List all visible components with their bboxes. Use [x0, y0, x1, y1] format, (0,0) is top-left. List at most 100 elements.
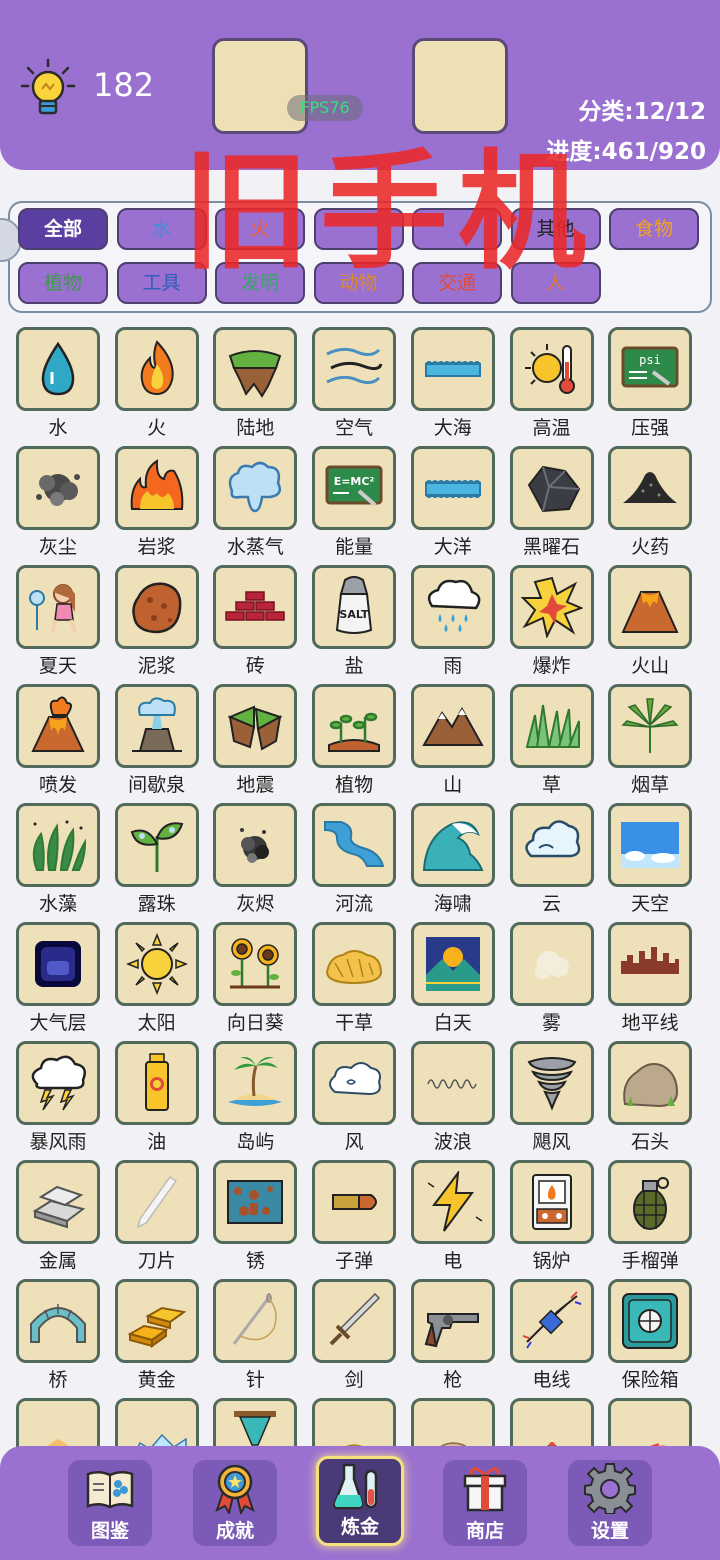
- item-tile[interactable]: [114, 803, 199, 887]
- item-card[interactable]: 火山: [608, 565, 707, 684]
- item-card[interactable]: 灰烬: [213, 803, 312, 922]
- item-tile[interactable]: [608, 1160, 693, 1244]
- item-tile[interactable]: [509, 1279, 594, 1363]
- item-card[interactable]: 植物: [312, 684, 411, 803]
- item-card[interactable]: E=MC² 能量: [312, 446, 411, 565]
- item-card[interactable]: 露珠: [114, 803, 214, 922]
- item-card[interactable]: 电: [410, 1160, 510, 1279]
- item-card[interactable]: 雨: [410, 565, 510, 684]
- item-tile[interactable]: [16, 684, 100, 768]
- item-card[interactable]: 子弹: [312, 1160, 411, 1279]
- item-tile[interactable]: [114, 922, 199, 1006]
- item-card[interactable]: 岩浆: [114, 446, 214, 565]
- item-tile[interactable]: [509, 803, 594, 887]
- item-card[interactable]: 灰尘: [16, 446, 115, 565]
- filter-chip[interactable]: 全部: [18, 208, 108, 250]
- item-card[interactable]: 喷发: [16, 684, 115, 803]
- item-tile[interactable]: [312, 684, 397, 768]
- item-tile[interactable]: [213, 1041, 298, 1125]
- item-tile[interactable]: [114, 446, 199, 530]
- item-tile[interactable]: [114, 1041, 199, 1125]
- item-card[interactable]: 金属: [16, 1160, 115, 1279]
- item-card[interactable]: 黄金: [114, 1279, 214, 1398]
- item-tile[interactable]: [509, 1160, 594, 1244]
- item-card[interactable]: 雾: [509, 922, 609, 1041]
- item-tile[interactable]: [608, 803, 693, 887]
- item-tile[interactable]: [312, 922, 397, 1006]
- item-tile[interactable]: [608, 446, 693, 530]
- item-card[interactable]: 大海: [410, 327, 510, 446]
- nav-shop-button[interactable]: 商店: [443, 1460, 527, 1546]
- item-card[interactable]: 火药: [608, 446, 707, 565]
- item-card[interactable]: 水藻: [16, 803, 115, 922]
- item-tile[interactable]: [213, 565, 298, 649]
- item-tile[interactable]: [213, 327, 298, 411]
- item-tile[interactable]: [312, 803, 397, 887]
- item-tile[interactable]: [16, 327, 100, 411]
- item-card[interactable]: psi 压强: [608, 327, 707, 446]
- item-card[interactable]: 锈: [213, 1160, 312, 1279]
- nav-achievement-button[interactable]: 成就: [193, 1460, 277, 1546]
- filter-chip[interactable]: 食物: [609, 208, 699, 250]
- item-card[interactable]: 飓风: [509, 1041, 609, 1160]
- item-card[interactable]: 陆地: [213, 327, 312, 446]
- item-card[interactable]: 云: [509, 803, 609, 922]
- item-card[interactable]: 风: [312, 1041, 411, 1160]
- item-tile[interactable]: [410, 803, 495, 887]
- item-card[interactable]: 大洋: [410, 446, 510, 565]
- item-tile[interactable]: [213, 446, 298, 530]
- nav-codex-button[interactable]: 图鉴: [68, 1460, 152, 1546]
- item-card[interactable]: 草: [509, 684, 609, 803]
- item-tile[interactable]: [410, 1041, 495, 1125]
- item-tile[interactable]: [312, 1160, 397, 1244]
- item-card[interactable]: 保险箱: [608, 1279, 707, 1398]
- item-card[interactable]: 油: [114, 1041, 214, 1160]
- item-tile[interactable]: psi: [608, 327, 693, 411]
- item-tile[interactable]: [509, 1041, 594, 1125]
- item-tile[interactable]: [509, 684, 594, 768]
- item-tile[interactable]: [213, 803, 298, 887]
- item-card[interactable]: 干草: [312, 922, 411, 1041]
- item-tile[interactable]: [509, 446, 594, 530]
- filter-chip[interactable]: 植物: [18, 262, 108, 304]
- item-card[interactable]: 空气: [312, 327, 411, 446]
- item-tile[interactable]: [213, 1279, 298, 1363]
- item-card[interactable]: 手榴弹: [608, 1160, 707, 1279]
- item-card[interactable]: 大气层: [16, 922, 115, 1041]
- item-card[interactable]: 岛屿: [213, 1041, 312, 1160]
- item-tile[interactable]: [114, 327, 199, 411]
- item-tile[interactable]: [608, 922, 693, 1006]
- item-card[interactable]: 山: [410, 684, 510, 803]
- item-tile[interactable]: [410, 446, 495, 530]
- item-tile[interactable]: [410, 1279, 495, 1363]
- item-tile[interactable]: E=MC²: [312, 446, 397, 530]
- item-card[interactable]: 波浪: [410, 1041, 510, 1160]
- item-tile[interactable]: [410, 922, 495, 1006]
- nav-settings-button[interactable]: 设置: [568, 1460, 652, 1546]
- item-card[interactable]: 夏天: [16, 565, 115, 684]
- combine-slot-right[interactable]: [412, 38, 508, 134]
- item-card[interactable]: 水蒸气: [213, 446, 312, 565]
- item-tile[interactable]: [509, 565, 594, 649]
- item-card[interactable]: 地震: [213, 684, 312, 803]
- item-tile[interactable]: [114, 684, 199, 768]
- item-tile[interactable]: [312, 327, 397, 411]
- item-card[interactable]: 火: [114, 327, 214, 446]
- item-tile[interactable]: [608, 1279, 693, 1363]
- item-card[interactable]: 针: [213, 1279, 312, 1398]
- item-card[interactable]: 河流: [312, 803, 411, 922]
- item-tile[interactable]: [509, 922, 594, 1006]
- item-card[interactable]: 海啸: [410, 803, 510, 922]
- item-tile[interactable]: [16, 446, 100, 530]
- item-card[interactable]: 刀片: [114, 1160, 214, 1279]
- item-card[interactable]: SALT 盐: [312, 565, 411, 684]
- item-tile[interactable]: [16, 1160, 100, 1244]
- item-card[interactable]: 剑: [312, 1279, 411, 1398]
- item-tile[interactable]: [213, 684, 298, 768]
- item-card[interactable]: 地平线: [608, 922, 707, 1041]
- item-tile[interactable]: [410, 565, 495, 649]
- item-tile[interactable]: [509, 327, 594, 411]
- item-card[interactable]: 枪: [410, 1279, 510, 1398]
- item-tile[interactable]: [213, 922, 298, 1006]
- item-tile[interactable]: [312, 1041, 397, 1125]
